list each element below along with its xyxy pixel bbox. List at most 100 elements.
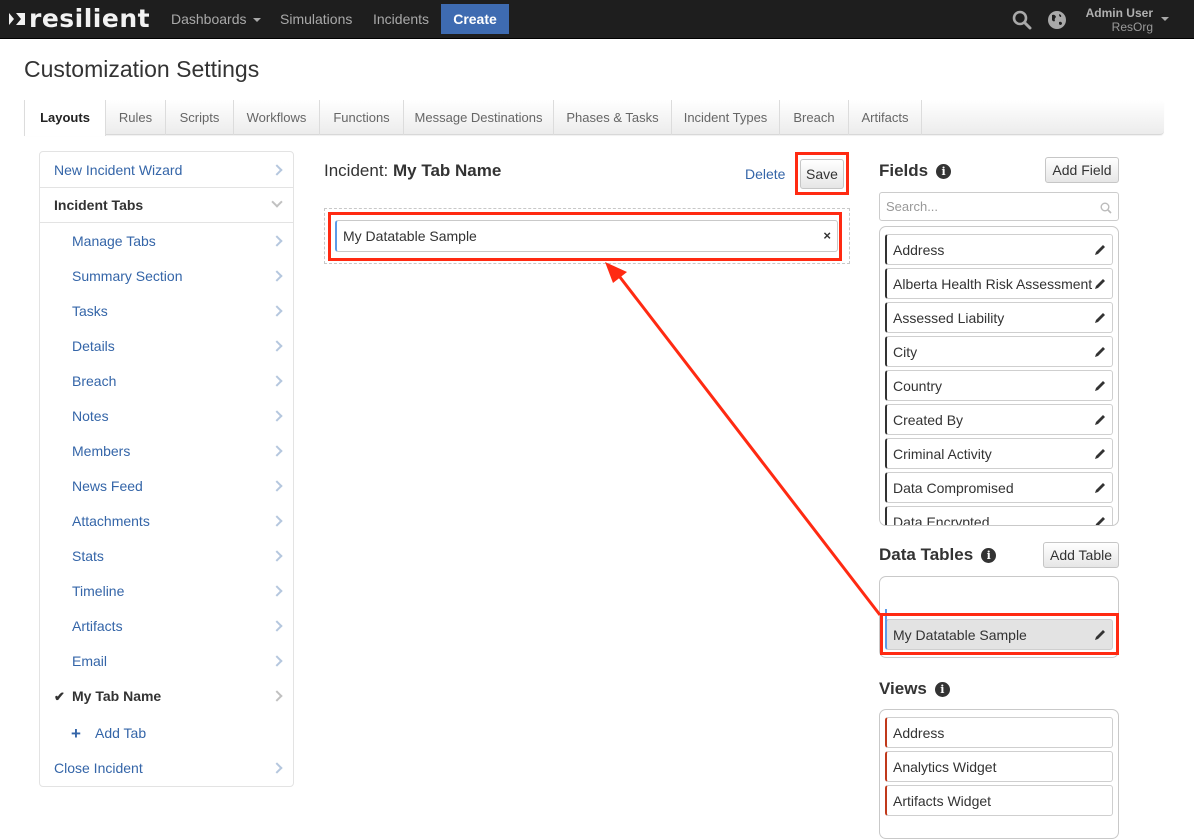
sidebar-item-attachments[interactable]: Attachments [40, 504, 293, 539]
sidebar-item-artifacts[interactable]: Artifacts [40, 609, 293, 644]
tab-rules[interactable]: Rules [106, 100, 166, 135]
sidebar-item-email[interactable]: Email [40, 644, 293, 679]
pencil-icon[interactable] [1093, 628, 1107, 642]
sidebar-item-label: Incident Tabs [54, 197, 144, 213]
sidebar-item-news-feed[interactable]: News Feed [40, 469, 293, 504]
tab-functions[interactable]: Functions [320, 100, 404, 135]
chevron-down-icon [271, 196, 283, 208]
chevron-right-icon [271, 550, 283, 562]
settings-tab-bar: Layouts Rules Scripts Workflows Function… [24, 100, 1164, 136]
add-table-button[interactable]: Add Table [1043, 542, 1119, 568]
add-field-button[interactable]: Add Field [1045, 157, 1119, 183]
field-item[interactable]: Criminal Activity [885, 438, 1113, 469]
field-item[interactable]: City [885, 336, 1113, 367]
sidebar-item-label: Timeline [72, 583, 125, 599]
plus-icon: + [71, 724, 81, 743]
fields-title: Fields [879, 161, 929, 180]
tab-breach[interactable]: Breach [780, 100, 849, 135]
data-tables-title: Data Tables [879, 545, 974, 564]
tab-workflows[interactable]: Workflows [234, 100, 320, 135]
nav-incidents[interactable]: Incidents [373, 0, 429, 39]
field-item[interactable]: Address [885, 234, 1113, 265]
user-name: Admin User [1085, 6, 1153, 20]
add-tab-button[interactable]: + Add Tab [40, 716, 293, 751]
field-item-label: City [893, 344, 918, 360]
sidebar-item-my-tab-name[interactable]: ✔ My Tab Name [40, 679, 293, 714]
arrow-line [614, 271, 882, 616]
tab-scripts[interactable]: Scripts [166, 100, 234, 135]
info-icon[interactable]: i [934, 682, 950, 697]
user-caret-icon[interactable] [1161, 17, 1169, 21]
view-item[interactable]: Analytics Widget [885, 751, 1113, 782]
sidebar-item-notes[interactable]: Notes [40, 399, 293, 434]
sidebar-item-timeline[interactable]: Timeline [40, 574, 293, 609]
tab-message-destinations[interactable]: Message Destinations [404, 100, 554, 135]
create-button[interactable]: Create [441, 4, 509, 34]
sidebar-item-label: Attachments [72, 513, 150, 529]
sidebar-item-stats[interactable]: Stats [40, 539, 293, 574]
sidebar-item-incident-tabs[interactable]: Incident Tabs [40, 188, 293, 223]
datatable-item[interactable]: My Datatable Sample [885, 619, 1113, 650]
field-item-label: Criminal Activity [893, 446, 992, 462]
field-item[interactable]: Created By [885, 404, 1113, 435]
pencil-icon[interactable] [1093, 413, 1107, 427]
pencil-icon[interactable] [1093, 277, 1107, 291]
pencil-icon[interactable] [1093, 447, 1107, 461]
fields-list[interactable]: Address Alberta Health Risk Assessment A… [879, 226, 1119, 526]
globe-icon[interactable] [1047, 10, 1067, 30]
remove-icon[interactable]: × [823, 221, 831, 251]
placed-datatable-item[interactable]: My Datatable Sample × [335, 220, 838, 252]
save-button[interactable]: Save [800, 159, 844, 189]
editor-title: Incident: My Tab Name [324, 161, 501, 181]
resilient-logo[interactable]: resilient [9, 6, 150, 32]
views-list[interactable]: Address Analytics Widget Artifacts Widge… [879, 709, 1119, 839]
field-item[interactable]: Country [885, 370, 1113, 401]
view-item-label: Address [893, 725, 945, 741]
sidebar-item-label: Tasks [72, 303, 108, 319]
fields-search-input[interactable] [884, 196, 1094, 217]
tab-phases-tasks[interactable]: Phases & Tasks [554, 100, 672, 135]
pencil-icon[interactable] [1093, 379, 1107, 393]
sidebar-item-label: Stats [72, 548, 104, 564]
pencil-icon[interactable] [1093, 481, 1107, 495]
view-item[interactable]: Address [885, 717, 1113, 748]
sidebar-item-details[interactable]: Details [40, 329, 293, 364]
search-icon [1100, 201, 1112, 214]
tab-layouts[interactable]: Layouts [24, 100, 106, 136]
sidebar-item-members[interactable]: Members [40, 434, 293, 469]
views-heading: Views i [879, 679, 950, 699]
search-icon[interactable] [1012, 10, 1032, 30]
nav-dashboards-label: Dashboards [171, 11, 247, 27]
data-tables-heading: Data Tables i [879, 545, 997, 565]
data-tables-list[interactable]: My Datatable Sample [879, 576, 1119, 658]
page-title: Customization Settings [24, 56, 260, 82]
nav-simulations[interactable]: Simulations [280, 0, 352, 39]
field-item-label: Address [893, 242, 945, 258]
user-menu[interactable]: Admin User ResOrg [1086, 6, 1153, 34]
pencil-icon[interactable] [1093, 243, 1107, 257]
sidebar-item-new-incident-wizard[interactable]: New Incident Wizard [40, 153, 293, 188]
chevron-right-icon [271, 270, 283, 282]
view-item[interactable]: Artifacts Widget [885, 785, 1113, 816]
tab-incident-types[interactable]: Incident Types [672, 100, 780, 135]
info-icon[interactable]: i [981, 548, 997, 563]
sidebar-item-label: Email [72, 653, 108, 669]
pencil-icon[interactable] [1093, 311, 1107, 325]
info-icon[interactable]: i [936, 164, 952, 179]
field-item[interactable]: Data Compromised [885, 472, 1113, 503]
pencil-icon[interactable] [1093, 345, 1107, 359]
field-item[interactable]: Alberta Health Risk Assessment [885, 268, 1113, 299]
sidebar-item-breach[interactable]: Breach [40, 364, 293, 399]
field-item[interactable]: Assessed Liability [885, 302, 1113, 333]
sidebar-item-close-incident[interactable]: Close Incident [40, 751, 293, 786]
field-item[interactable]: Data Encrypted [885, 506, 1113, 525]
sidebar-item-tasks[interactable]: Tasks [40, 294, 293, 329]
delete-link[interactable]: Delete [745, 166, 785, 182]
logo-text: resilient [29, 4, 151, 33]
pencil-icon[interactable] [1093, 515, 1107, 525]
sidebar-item-label: Summary Section [72, 268, 183, 284]
sidebar-item-summary-section[interactable]: Summary Section [40, 259, 293, 294]
sidebar-item-manage-tabs[interactable]: Manage Tabs [40, 224, 293, 259]
nav-dashboards[interactable]: Dashboards [171, 0, 261, 39]
tab-artifacts[interactable]: Artifacts [849, 100, 922, 135]
